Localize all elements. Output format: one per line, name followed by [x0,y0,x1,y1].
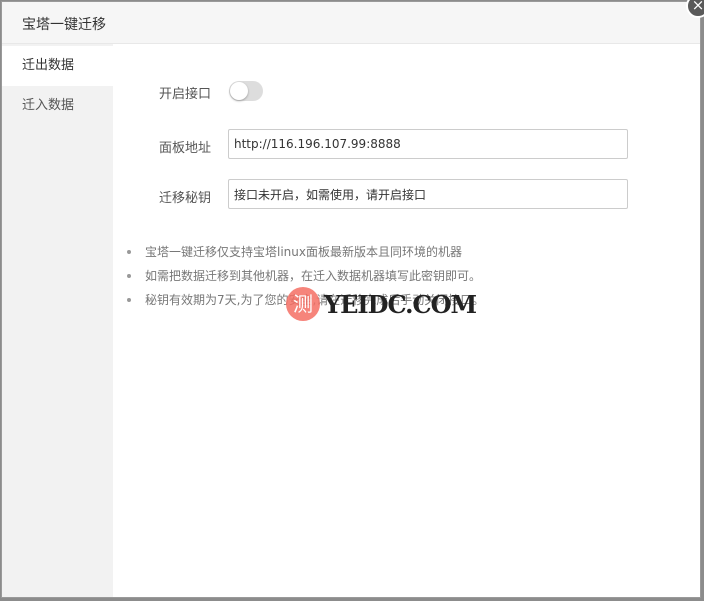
sidebar-item-export-data[interactable]: 迁出数据 [2,46,113,86]
list-item: 宝塔一键迁移仅支持宝塔linux面板最新版本且同环境的机器 [127,240,484,264]
sidebar-item-label: 迁出数据 [22,58,75,73]
dialog-title-bar: 宝塔一键迁移 [2,2,700,44]
panel-address-label: 面板地址 [159,141,212,156]
note-text: 宝塔一键迁移仅支持宝塔linux面板最新版本且同环境的机器 [145,245,462,259]
migration-dialog: 宝塔一键迁移 迁出数据 迁入数据 开启接口 面板地址 迁移秘钥 宝塔一键迁移仅支… [1,1,701,598]
migration-key-input[interactable] [228,179,628,209]
sidebar-item-import-data[interactable]: 迁入数据 [2,86,113,126]
sidebar: 迁出数据 迁入数据 [2,44,113,597]
bullet-icon [127,298,131,302]
api-toggle-switch[interactable] [229,81,263,101]
toggle-knob [230,82,248,100]
migration-key-label: 迁移秘钥 [159,191,212,206]
sidebar-item-label: 迁入数据 [22,98,75,113]
watermark-logo: 测 YEIDC.COM [286,286,477,322]
watermark-badge-icon: 测 [286,287,320,321]
panel-address-input[interactable] [228,129,628,159]
api-toggle-label: 开启接口 [159,87,212,102]
note-text: 如需把数据迁移到其他机器，在迁入数据机器填写此密钥即可。 [145,269,482,283]
export-panel: 开启接口 面板地址 迁移秘钥 宝塔一键迁移仅支持宝塔linux面板最新版本且同环… [113,44,700,597]
bullet-icon [127,274,131,278]
bullet-icon [127,250,131,254]
watermark-text: YEIDC.COM [324,289,477,319]
list-item: 如需把数据迁移到其他机器，在迁入数据机器填写此密钥即可。 [127,264,484,288]
dialog-title: 宝塔一键迁移 [22,17,106,33]
